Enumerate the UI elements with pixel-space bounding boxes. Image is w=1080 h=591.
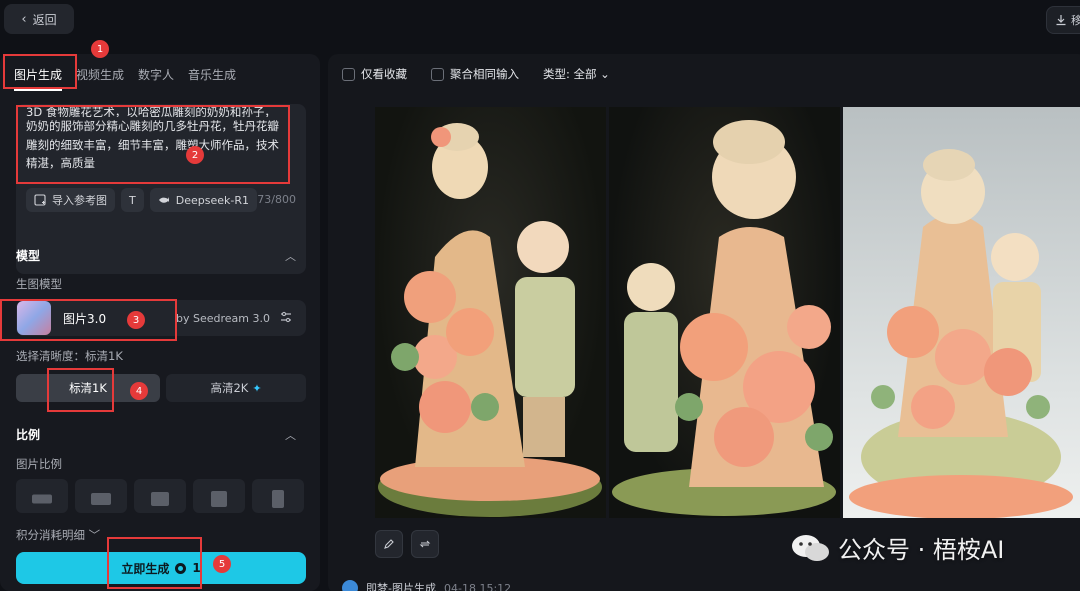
type-filter-label: 类型: 全部 [543, 67, 597, 81]
fav-filter-label: 仅看收藏 [361, 67, 407, 81]
regenerate-button[interactable] [411, 530, 439, 558]
ratio-options [16, 479, 304, 513]
annotation-box-5 [107, 537, 202, 589]
prompt-tools: 导入参考图 T Deepseek-R1 [26, 188, 257, 212]
resolution-2k-label: 高清2K [210, 381, 249, 395]
text-format-button[interactable]: T [121, 188, 144, 212]
back-button[interactable]: ‹ 返回 [4, 4, 74, 34]
image-actions [375, 530, 439, 558]
deepseek-label: Deepseek-R1 [175, 193, 249, 207]
model-section-title: 模型 [16, 249, 41, 263]
download-label: 移 [1071, 14, 1080, 27]
avatar [342, 580, 358, 591]
tab-music-gen[interactable]: 音乐生成 [188, 64, 236, 91]
chevron-up-icon[interactable]: ︿ [285, 427, 296, 443]
text-format-icon: T [129, 193, 136, 207]
fav-checkbox[interactable] [342, 67, 355, 81]
carving-figure-2 [612, 120, 836, 516]
merge-filter-label: 聚合相同输入 [450, 67, 519, 81]
ratio-option[interactable] [75, 479, 127, 513]
type-filter-dropdown[interactable]: 类型: 全部 ⌄ [543, 66, 610, 82]
back-label: 返回 [32, 12, 57, 27]
repeat-icon [419, 540, 431, 548]
model-sub-label: 生图模型 [16, 277, 62, 291]
generated-image-1[interactable] [375, 107, 606, 518]
download-button[interactable]: 移 [1046, 6, 1080, 34]
annotation-number-2: 2 [186, 146, 204, 164]
merge-checkbox[interactable] [431, 67, 444, 81]
tab-video-gen[interactable]: 视频生成 [76, 64, 124, 91]
carving-figure-1 [378, 123, 602, 517]
generated-image-3[interactable] [843, 107, 1080, 518]
settings-sliders-icon[interactable] [280, 311, 292, 326]
chevron-down-icon: ﹀ [88, 528, 101, 542]
chevron-up-icon[interactable]: ︿ [285, 248, 296, 264]
deepseek-button[interactable]: Deepseek-R1 [149, 188, 257, 212]
cost-detail-label: 积分消耗明细 [16, 528, 85, 542]
watermark-text: 公众号 · 梧桉AI [838, 536, 1005, 564]
download-icon [1056, 15, 1066, 26]
ratio-option[interactable] [252, 479, 304, 513]
char-count: 73/800 [257, 193, 296, 206]
annotation-number-5: 5 [213, 555, 231, 573]
annotation-number-3: 3 [127, 311, 145, 329]
ratio-shape [91, 493, 111, 506]
whale-icon [158, 197, 169, 203]
ratio-shape [272, 490, 284, 509]
annotation-box-4 [47, 368, 114, 412]
carving-figure-3 [849, 149, 1073, 518]
wechat-icon [792, 534, 829, 561]
edit-button[interactable] [375, 530, 403, 558]
pencil-icon [384, 539, 394, 549]
ratio-shape [211, 491, 227, 508]
ratio-shape [151, 492, 169, 507]
ratio-section-title: 比例 [16, 428, 41, 442]
tab-digital-human[interactable]: 数字人 [138, 64, 174, 91]
chevron-left-icon: ‹ [21, 11, 27, 27]
model-by: by Seedream 3.0 [176, 311, 270, 325]
sparkle-icon: ✦ [252, 381, 262, 395]
filter-bar: 仅看收藏 聚合相同输入 类型: 全部 ⌄ [342, 66, 610, 82]
wechat-watermark: 公众号 · 梧桉AI [790, 530, 1004, 565]
annotation-box-2 [16, 105, 290, 184]
ratio-option[interactable] [134, 479, 186, 513]
cost-detail-toggle[interactable]: 积分消耗明细 ﹀ [16, 527, 100, 543]
annotation-box-1 [3, 54, 77, 89]
import-reference-label: 导入参考图 [52, 194, 107, 207]
result-source: 即梦-图片生成 [366, 582, 436, 591]
result-time: 04-18 15:12 [443, 581, 512, 591]
import-reference-button[interactable]: 导入参考图 [26, 188, 115, 212]
generated-image-2[interactable] [609, 107, 840, 518]
ratio-option[interactable] [16, 479, 68, 513]
annotation-number-1: 1 [91, 40, 109, 58]
annotation-number-4: 4 [130, 382, 148, 400]
ratio-option[interactable] [193, 479, 245, 513]
image-add-icon [34, 194, 46, 206]
resolution-label: 选择清晰度：标清1K [16, 349, 123, 363]
ratio-sub-label: 图片比例 [16, 457, 62, 471]
ratio-shape [32, 494, 52, 504]
annotation-box-3 [0, 299, 177, 341]
resolution-2k-button[interactable]: 高清2K ✦ [166, 374, 306, 402]
result-header: 即梦-图片生成 04-18 15:12 [342, 580, 511, 591]
